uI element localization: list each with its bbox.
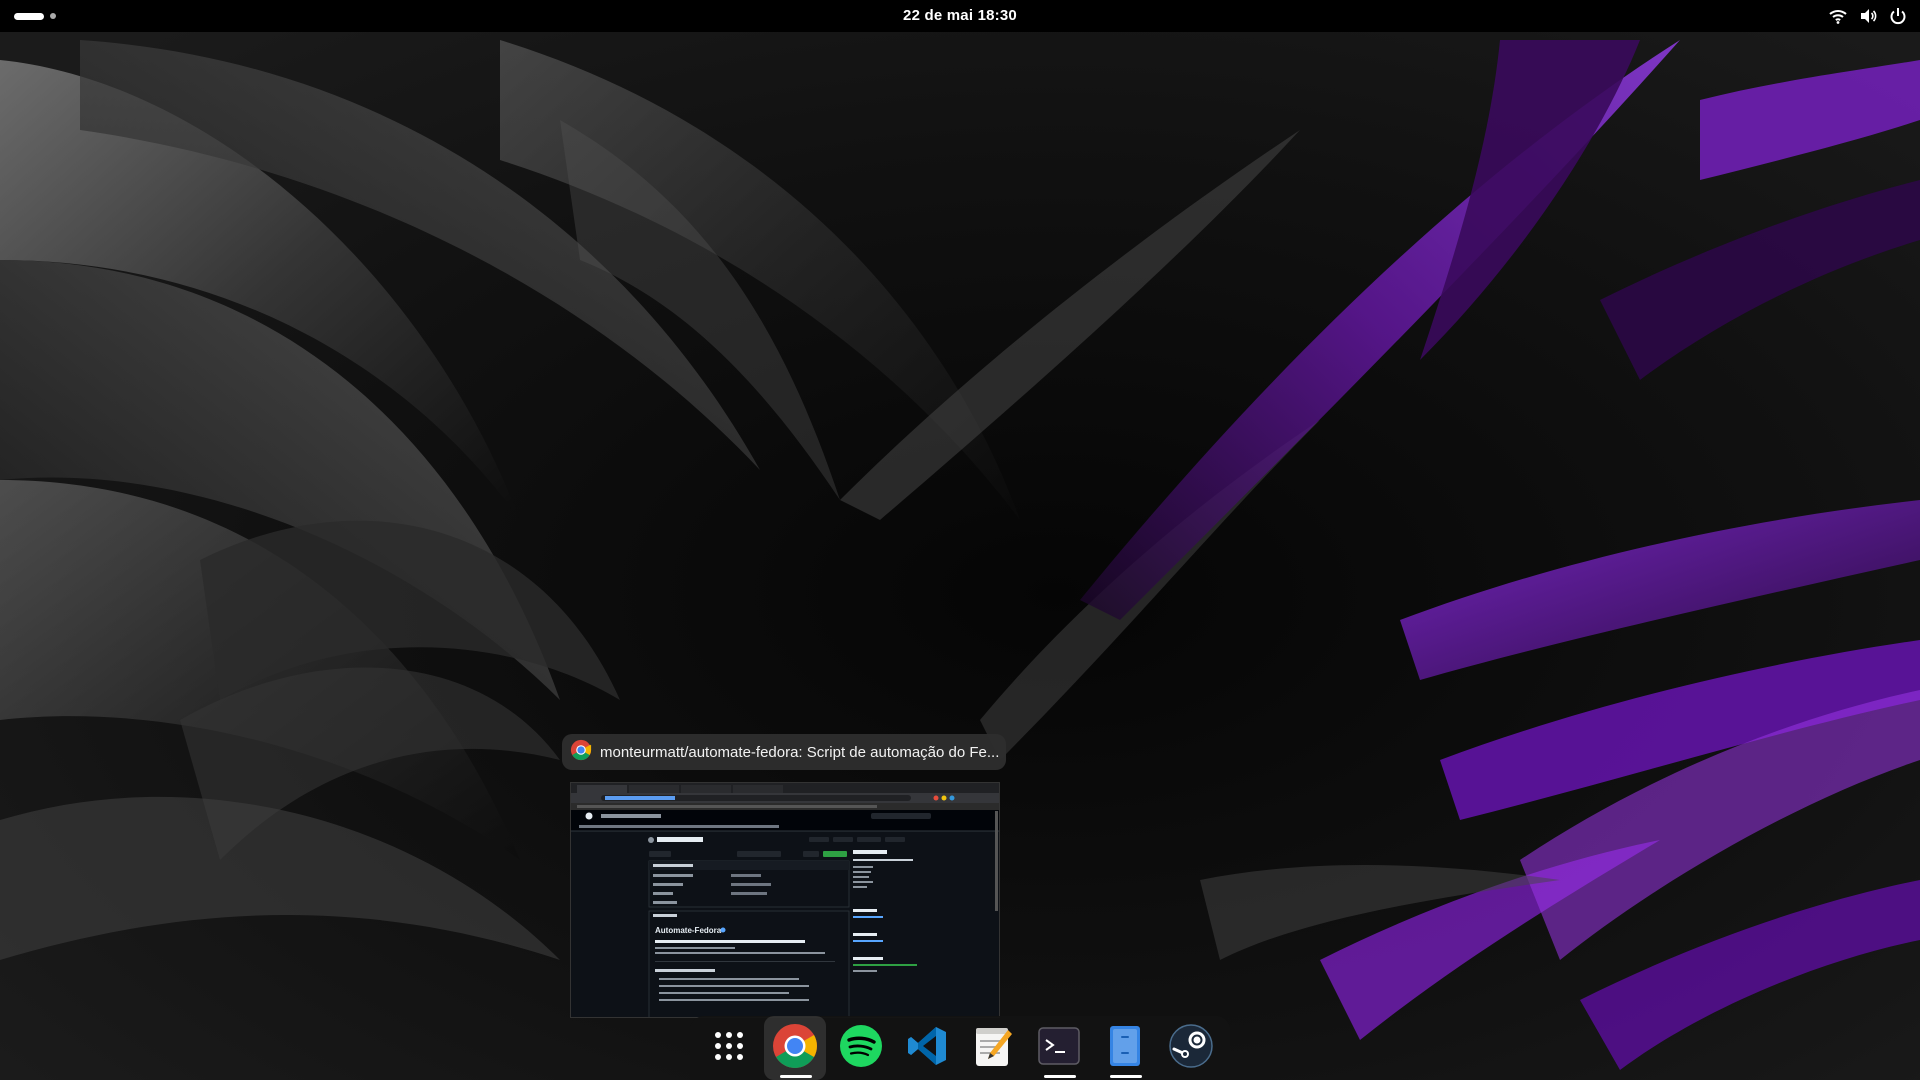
running-indicator — [780, 1075, 812, 1078]
workspace-indicator — [50, 13, 56, 19]
activities-button[interactable] — [14, 9, 58, 23]
window-thumbnail[interactable]: Automate-Fedora — [570, 782, 1000, 1018]
files-icon — [1107, 1024, 1143, 1073]
clock-label[interactable]: 22 de mai 18:30 — [903, 7, 1017, 24]
dock-vscode[interactable] — [896, 1016, 958, 1080]
top-bar: 22 de mai 18:30 — [0, 0, 1920, 32]
chrome-icon — [771, 1022, 819, 1075]
chrome-icon — [570, 739, 592, 765]
workspace-indicator-active — [14, 12, 44, 20]
text-editor-icon — [972, 1024, 1014, 1073]
dock-files[interactable] — [1094, 1016, 1156, 1080]
dock-steam[interactable] — [1160, 1016, 1222, 1080]
dock-terminal[interactable] — [1028, 1016, 1090, 1080]
volume-icon — [1858, 6, 1878, 26]
window-preview-title[interactable]: monteurmatt/automate-fedora: Script de a… — [562, 734, 1006, 770]
spotify-icon — [839, 1024, 883, 1073]
running-indicator — [1110, 1075, 1142, 1078]
clock: 22 de mai 18:30 — [0, 0, 1920, 32]
terminal-icon — [1037, 1026, 1081, 1071]
system-tray[interactable] — [1828, 6, 1908, 26]
dock-text-editor[interactable] — [962, 1016, 1024, 1080]
power-icon — [1888, 6, 1908, 26]
running-indicator — [1044, 1075, 1076, 1078]
window-preview[interactable]: monteurmatt/automate-fedora: Script de a… — [562, 728, 1006, 1018]
steam-icon — [1168, 1023, 1214, 1074]
app-grid-icon — [712, 1029, 746, 1068]
dock-chrome[interactable] — [764, 1016, 826, 1080]
vscode-icon — [905, 1024, 949, 1073]
dock-spotify[interactable] — [830, 1016, 892, 1080]
readme-heading: Automate-Fedora — [655, 926, 722, 935]
window-preview-title-text: monteurmatt/automate-fedora: Script de a… — [600, 743, 1000, 761]
dock-app-grid[interactable] — [698, 1016, 760, 1080]
wifi-icon — [1828, 6, 1848, 26]
dock — [690, 1016, 1230, 1080]
